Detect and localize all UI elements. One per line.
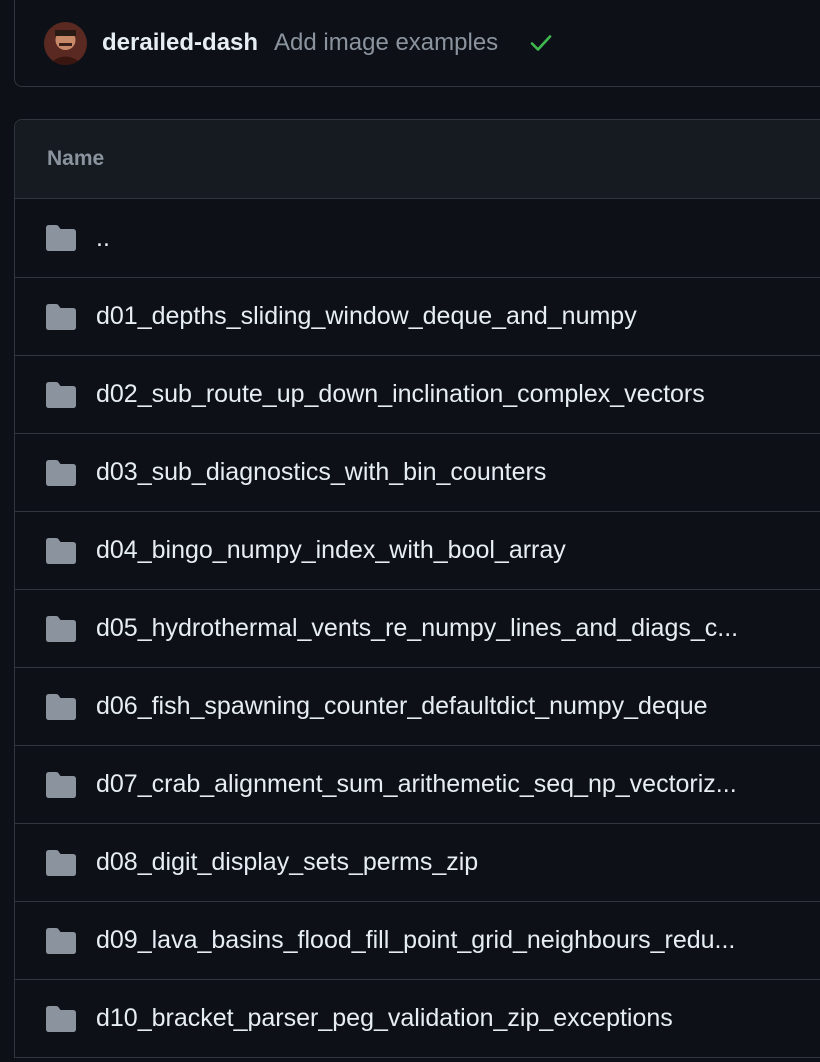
table-row[interactable]: d02_sub_route_up_down_inclination_comple… <box>15 355 820 433</box>
folder-icon <box>45 223 79 253</box>
row-name-link[interactable]: d05_hydrothermal_vents_re_numpy_lines_an… <box>96 614 738 643</box>
row-name-link[interactable]: d10_bracket_parser_peg_validation_zip_ex… <box>96 1004 673 1033</box>
folder-icon <box>45 848 79 878</box>
table-row[interactable]: d03_sub_diagnostics_with_bin_counters <box>15 433 820 511</box>
row-name-link[interactable]: d09_lava_basins_flood_fill_point_grid_ne… <box>96 926 735 955</box>
folder-icon <box>45 770 79 800</box>
file-list: .. d01_depths_sliding_window_deque_and_nu… <box>15 199 820 1057</box>
row-name-link[interactable]: d06_fish_spawning_counter_defaultdict_nu… <box>96 692 708 721</box>
folder-icon <box>45 458 79 488</box>
folder-icon <box>45 614 79 644</box>
folder-icon <box>45 302 79 332</box>
folder-icon <box>45 536 79 566</box>
check-icon[interactable] <box>528 30 554 56</box>
row-name-link[interactable]: d01_depths_sliding_window_deque_and_nump… <box>96 302 637 331</box>
table-row[interactable]: d07_crab_alignment_sum_arithemetic_seq_n… <box>15 745 820 823</box>
table-row[interactable]: d05_hydrothermal_vents_re_numpy_lines_an… <box>15 589 820 667</box>
column-header-name: Name <box>15 120 820 199</box>
folder-icon <box>45 926 79 956</box>
table-row[interactable]: d10_bracket_parser_peg_validation_zip_ex… <box>15 979 820 1057</box>
table-row[interactable]: d01_depths_sliding_window_deque_and_nump… <box>15 277 820 355</box>
table-row[interactable]: d08_digit_display_sets_perms_zip <box>15 823 820 901</box>
row-name-link[interactable]: d04_bingo_numpy_index_with_bool_array <box>96 536 566 565</box>
commit-author-link[interactable]: derailed-dash <box>102 29 258 57</box>
row-name-link[interactable]: d08_digit_display_sets_perms_zip <box>96 848 478 877</box>
file-table: Name .. d01_depths_sliding_window_deque_a… <box>14 119 820 1058</box>
table-row[interactable]: d09_lava_basins_flood_fill_point_grid_ne… <box>15 901 820 979</box>
table-row[interactable]: d04_bingo_numpy_index_with_bool_array <box>15 511 820 589</box>
row-name-link[interactable]: d03_sub_diagnostics_with_bin_counters <box>96 458 546 487</box>
row-name-link[interactable]: d07_crab_alignment_sum_arithemetic_seq_n… <box>96 770 737 799</box>
table-row[interactable]: d06_fish_spawning_counter_defaultdict_nu… <box>15 667 820 745</box>
commit-message-link[interactable]: Add image examples <box>274 29 498 57</box>
author-avatar[interactable] <box>44 21 87 65</box>
row-name-link[interactable]: .. <box>96 224 110 253</box>
table-row[interactable]: .. <box>15 199 820 277</box>
folder-icon <box>45 692 79 722</box>
row-name-link[interactable]: d02_sub_route_up_down_inclination_comple… <box>96 380 705 409</box>
folder-icon <box>45 380 79 410</box>
latest-commit-bar: derailed-dash Add image examples <box>14 0 820 87</box>
folder-icon <box>45 1004 79 1034</box>
